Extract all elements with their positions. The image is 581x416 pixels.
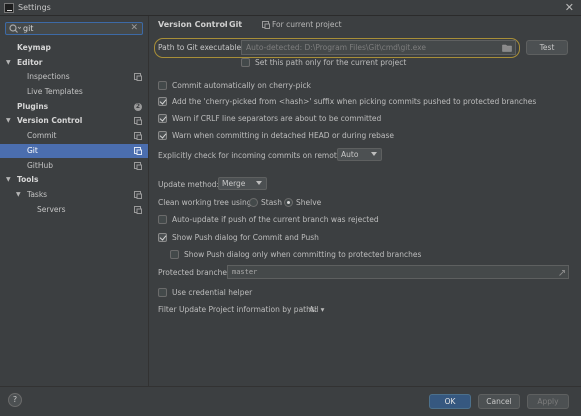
sidebar-item-label: Commit	[27, 131, 57, 140]
clear-search-icon[interactable]: ✕	[130, 23, 138, 33]
cherry-pick-commit-checkbox[interactable]	[158, 81, 167, 90]
project-scope-icon	[134, 206, 142, 214]
detached-head-warning-label: Warn when committing in detached HEAD or…	[172, 131, 395, 140]
settings-sidebar: git ✕ Keymap ▼ Editor Inspections Live T…	[0, 16, 149, 386]
breadcrumb-current: Git	[229, 20, 243, 29]
filter-update-label: Filter Update Project information by pat…	[158, 305, 318, 314]
auto-update-label: Auto-update if push of the current branc…	[172, 215, 379, 224]
protected-branches-input[interactable]: master	[232, 268, 257, 276]
sidebar-item-servers[interactable]: Servers	[0, 203, 148, 217]
search-input[interactable]: git	[23, 24, 33, 33]
breadcrumb-separator: ›	[223, 20, 227, 29]
sidebar-item-inspections[interactable]: Inspections	[0, 70, 148, 84]
update-method-label: Update method:	[158, 180, 220, 189]
project-scope-icon	[134, 147, 142, 155]
update-method-select[interactable]: Merge	[218, 177, 267, 190]
sidebar-item-plugins[interactable]: Plugins 2	[0, 100, 148, 114]
sidebar-item-label: Inspections	[27, 72, 70, 81]
push-protected-only-label: Show Push dialog only when committing to…	[184, 250, 422, 259]
help-button[interactable]: ?	[8, 393, 22, 407]
expand-arrow-icon[interactable]: ▼	[6, 59, 11, 66]
expand-arrow-icon[interactable]: ▼	[6, 176, 11, 183]
sidebar-item-label: Version Control	[17, 116, 83, 125]
sidebar-item-label: GitHub	[27, 161, 53, 170]
folder-icon[interactable]	[502, 44, 512, 52]
incoming-commits-select[interactable]: Auto	[337, 148, 382, 161]
breadcrumb-parent[interactable]: Version Control	[158, 20, 228, 29]
update-method-value: Merge	[222, 179, 246, 188]
cherry-pick-suffix-checkbox[interactable]	[158, 97, 167, 106]
settings-search-field[interactable]: git ✕	[5, 22, 143, 35]
sidebar-item-label: Tools	[17, 175, 39, 184]
crlf-warning-checkbox[interactable]	[158, 114, 167, 123]
breadcrumb-scope-note: For current project	[272, 20, 342, 29]
cherry-pick-commit-label: Commit automatically on cherry-pick	[172, 81, 311, 90]
chevron-down-icon	[371, 152, 377, 156]
project-scope-icon	[134, 162, 142, 170]
protected-branches-field[interactable]: master	[227, 265, 569, 279]
sidebar-item-github[interactable]: GitHub	[0, 159, 148, 173]
search-icon	[9, 24, 21, 34]
git-path-input[interactable]: Auto-detected: D:\Program Files\Git\cmd\…	[246, 43, 426, 52]
sidebar-item-label: Plugins	[17, 102, 49, 111]
sidebar-item-label: Keymap	[17, 43, 51, 52]
git-path-label: Path to Git executable:	[158, 43, 244, 52]
incoming-commits-label: Explicitly check for incoming commits on…	[158, 151, 348, 160]
sidebar-item-commit[interactable]: Commit	[0, 129, 148, 143]
set-path-project-label: Set this path only for the current proje…	[255, 58, 407, 67]
project-scope-icon	[262, 21, 270, 29]
sidebar-item-label: Git	[27, 146, 38, 155]
expand-arrow-icon[interactable]: ▼	[6, 117, 11, 124]
window-title: Settings	[18, 3, 51, 12]
sidebar-item-label: Editor	[17, 58, 43, 67]
project-scope-icon	[134, 191, 142, 199]
stash-radio[interactable]	[249, 198, 258, 207]
credential-helper-checkbox[interactable]	[158, 288, 167, 297]
show-push-dialog-checkbox[interactable]	[158, 233, 167, 242]
ok-button[interactable]: OK	[429, 394, 471, 409]
incoming-commits-value: Auto	[341, 150, 359, 159]
detached-head-warning-checkbox[interactable]	[158, 131, 167, 140]
sidebar-item-keymap[interactable]: Keymap	[0, 41, 148, 55]
chevron-down-icon	[256, 181, 262, 185]
shelve-label: Shelve	[296, 198, 322, 207]
auto-update-checkbox[interactable]	[158, 215, 167, 224]
filter-update-select[interactable]: All ▾	[309, 305, 324, 314]
protected-branches-label: Protected branches:	[158, 268, 234, 277]
sidebar-item-editor[interactable]: ▼ Editor	[0, 56, 148, 70]
cancel-button[interactable]: Cancel	[478, 394, 520, 409]
project-scope-icon	[134, 132, 142, 140]
crlf-warning-label: Warn if CRLF line separators are about t…	[172, 114, 382, 123]
app-icon	[4, 3, 14, 13]
git-path-field[interactable]: Auto-detected: D:\Program Files\Git\cmd\…	[241, 40, 516, 55]
show-push-dialog-label: Show Push dialog for Commit and Push	[172, 233, 319, 242]
credential-helper-label: Use credential helper	[172, 288, 253, 297]
project-scope-icon	[134, 117, 142, 125]
sidebar-item-tools[interactable]: ▼ Tools	[0, 173, 148, 187]
project-scope-icon	[134, 73, 142, 81]
sidebar-item-tasks[interactable]: ▼ Tasks	[0, 188, 148, 202]
expand-field-icon[interactable]	[559, 270, 565, 276]
sidebar-item-label: Tasks	[27, 190, 48, 199]
expand-arrow-icon[interactable]: ▼	[16, 191, 21, 198]
plugins-count-badge: 2	[134, 103, 142, 111]
shelve-radio[interactable]	[284, 198, 293, 207]
push-protected-only-checkbox[interactable]	[170, 250, 179, 259]
sidebar-item-live-templates[interactable]: Live Templates	[0, 85, 148, 99]
sidebar-item-version-control[interactable]: ▼ Version Control	[0, 114, 148, 128]
stash-label: Stash	[261, 198, 282, 207]
title-bar	[0, 0, 581, 16]
sidebar-item-label: Servers	[37, 205, 66, 214]
set-path-project-checkbox[interactable]	[241, 58, 250, 67]
clean-tree-label: Clean working tree using:	[158, 198, 255, 207]
test-button[interactable]: Test	[526, 40, 568, 55]
sidebar-item-label: Live Templates	[27, 87, 83, 96]
close-window-button[interactable]: ✕	[565, 1, 574, 14]
sidebar-item-git[interactable]: Git	[0, 144, 148, 158]
cherry-pick-suffix-label: Add the 'cherry-picked from <hash>' suff…	[172, 97, 537, 106]
apply-button[interactable]: Apply	[527, 394, 569, 409]
